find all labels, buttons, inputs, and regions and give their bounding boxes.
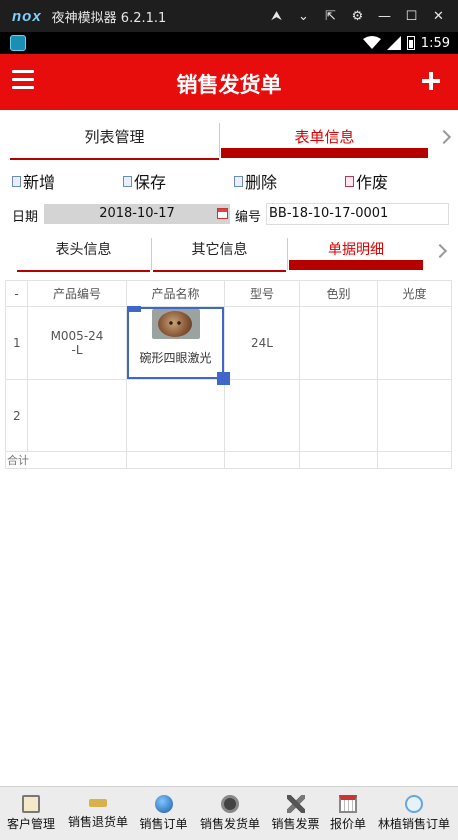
meta-row: 日期 2018-10-17 编号 BB-18-10-17-0001 <box>0 202 458 226</box>
emulator-dropdown-icon[interactable]: ⌄ <box>290 9 317 24</box>
doc-void-icon <box>345 175 354 187</box>
summary-row: 合计 <box>5 451 452 469</box>
selection-handle-top[interactable] <box>127 306 141 312</box>
tab-label: 表单信息 <box>294 128 355 146</box>
active-tab-indicator <box>289 260 423 270</box>
cell-product-code[interactable] <box>27 379 127 452</box>
nav-sales-delivery[interactable]: 销售发货单 <box>195 787 265 840</box>
cell-gloss[interactable] <box>377 379 452 452</box>
date-field[interactable]: 2018-10-17 <box>44 204 230 224</box>
sign-icon <box>89 799 107 807</box>
sub-tabs: 表头信息 其它信息 单据明细 <box>0 236 458 272</box>
calendar-picker-icon[interactable] <box>217 208 228 219</box>
col-header-gloss[interactable]: 光度 <box>377 280 452 307</box>
cell-product-name[interactable]: 碗形四眼激光 <box>126 306 230 385</box>
status-bar: 1:59 <box>0 32 458 54</box>
date-label: 日期 <box>12 210 39 225</box>
bottom-nav: 客户管理 销售退货单 销售订单 销售发货单 销售发票 报价单 林植销售订单 <box>0 786 458 840</box>
emulator-shirt-icon[interactable]: ⮝ <box>263 9 290 24</box>
signal-icon <box>386 36 401 50</box>
summary-label: 合计 <box>5 451 127 469</box>
calendar-icon <box>339 795 357 813</box>
doc-new-icon <box>12 175 21 187</box>
nav-sales-return[interactable]: 销售退货单 <box>63 787 133 840</box>
row-number: 2 <box>5 379 28 452</box>
emulator-logo: nox <box>12 7 42 25</box>
globe-icon <box>154 795 173 813</box>
tools-icon <box>286 795 305 813</box>
compass-icon <box>405 795 423 813</box>
emulator-controls: ⮝ ⌄ ⇱ ⚙ — ☐ ✕ <box>263 0 452 32</box>
nav-sales-invoice[interactable]: 销售发票 <box>267 787 324 840</box>
emulator-close-button[interactable]: ✕ <box>425 9 452 24</box>
col-header-color[interactable]: 色别 <box>299 280 378 307</box>
nav-sales-order[interactable]: 销售订单 <box>135 787 192 840</box>
cell-selection-outline <box>127 306 230 385</box>
tab-header-info[interactable]: 表头信息 <box>17 236 150 272</box>
cell-color[interactable] <box>299 379 378 452</box>
emulator-maximize-button[interactable]: ☐ <box>398 9 425 24</box>
save-button[interactable]: 保存 <box>123 168 166 194</box>
col-header-product-code[interactable]: 产品编号 <box>27 280 127 307</box>
cell-gloss[interactable] <box>377 306 452 380</box>
emulator-pin-icon[interactable]: ⇱ <box>317 9 344 24</box>
page-title: 销售发货单 <box>176 73 282 97</box>
tab-label: 列表管理 <box>84 128 145 146</box>
cell-model[interactable] <box>224 379 300 452</box>
void-button[interactable]: 作废 <box>345 168 388 194</box>
chevron-right-icon[interactable] <box>436 129 452 145</box>
detail-grid: - 产品编号 产品名称 型号 色别 光度 1 M005-24 -L 碗形四眼激光 <box>5 280 452 469</box>
doc-delete-icon <box>234 175 243 187</box>
app-header: 销售发货单 <box>0 54 458 110</box>
tab-list-management[interactable]: 列表管理 <box>10 120 219 160</box>
row-number: 1 <box>5 306 28 380</box>
clipboard-icon <box>22 795 40 813</box>
cell-color[interactable] <box>299 306 378 380</box>
table-row[interactable]: 1 M005-24 -L 碗形四眼激光 24L <box>5 306 452 385</box>
cell-product-code[interactable]: M005-24 -L <box>27 306 127 380</box>
tab-other-info[interactable]: 其它信息 <box>153 236 286 272</box>
col-header-model[interactable]: 型号 <box>224 280 300 307</box>
number-label: 编号 <box>235 210 262 225</box>
app-notification-icon <box>10 35 26 51</box>
status-time: 1:59 <box>420 35 450 51</box>
plus-icon[interactable] <box>422 72 440 90</box>
emulator-title: 夜神模拟器 6.2.1.1 <box>51 10 167 26</box>
new-button[interactable]: 新增 <box>12 168 55 194</box>
nav-forestry-sales-order[interactable]: 林植销售订单 <box>372 787 456 840</box>
col-header: - <box>5 280 28 307</box>
chevron-right-icon[interactable] <box>432 243 448 259</box>
selection-handle-bottom[interactable] <box>217 372 230 385</box>
battery-icon <box>406 36 415 50</box>
table-row[interactable]: 2 <box>5 379 452 452</box>
nav-customer-management[interactable]: 客户管理 <box>2 787 60 840</box>
number-field[interactable]: BB-18-10-17-0001 <box>266 203 449 225</box>
col-header-product-name[interactable]: 产品名称 <box>126 280 225 307</box>
nav-quotation[interactable]: 报价单 <box>326 787 370 840</box>
wifi-icon <box>362 36 381 49</box>
top-tabs: 列表管理 表单信息 <box>0 120 458 160</box>
action-toolbar: 新增 保存 删除 作废 <box>0 168 458 194</box>
doc-save-icon <box>123 175 132 187</box>
tab-document-details[interactable]: 单据明细 <box>289 236 423 272</box>
tab-form-info[interactable]: 表单信息 <box>221 120 428 160</box>
delete-button[interactable]: 删除 <box>234 168 277 194</box>
active-tab-indicator <box>221 148 428 158</box>
emulator-title-bar: nox 夜神模拟器 6.2.1.1 ⮝ ⌄ ⇱ ⚙ — ☐ ✕ <box>0 0 458 32</box>
film-reel-icon <box>221 795 239 813</box>
cell-product-name[interactable] <box>126 379 225 452</box>
cell-model[interactable]: 24L <box>224 306 300 380</box>
emulator-settings-icon[interactable]: ⚙ <box>344 9 371 24</box>
grid-header-row: - 产品编号 产品名称 型号 色别 光度 <box>5 280 452 307</box>
emulator-minimize-button[interactable]: — <box>371 9 398 24</box>
